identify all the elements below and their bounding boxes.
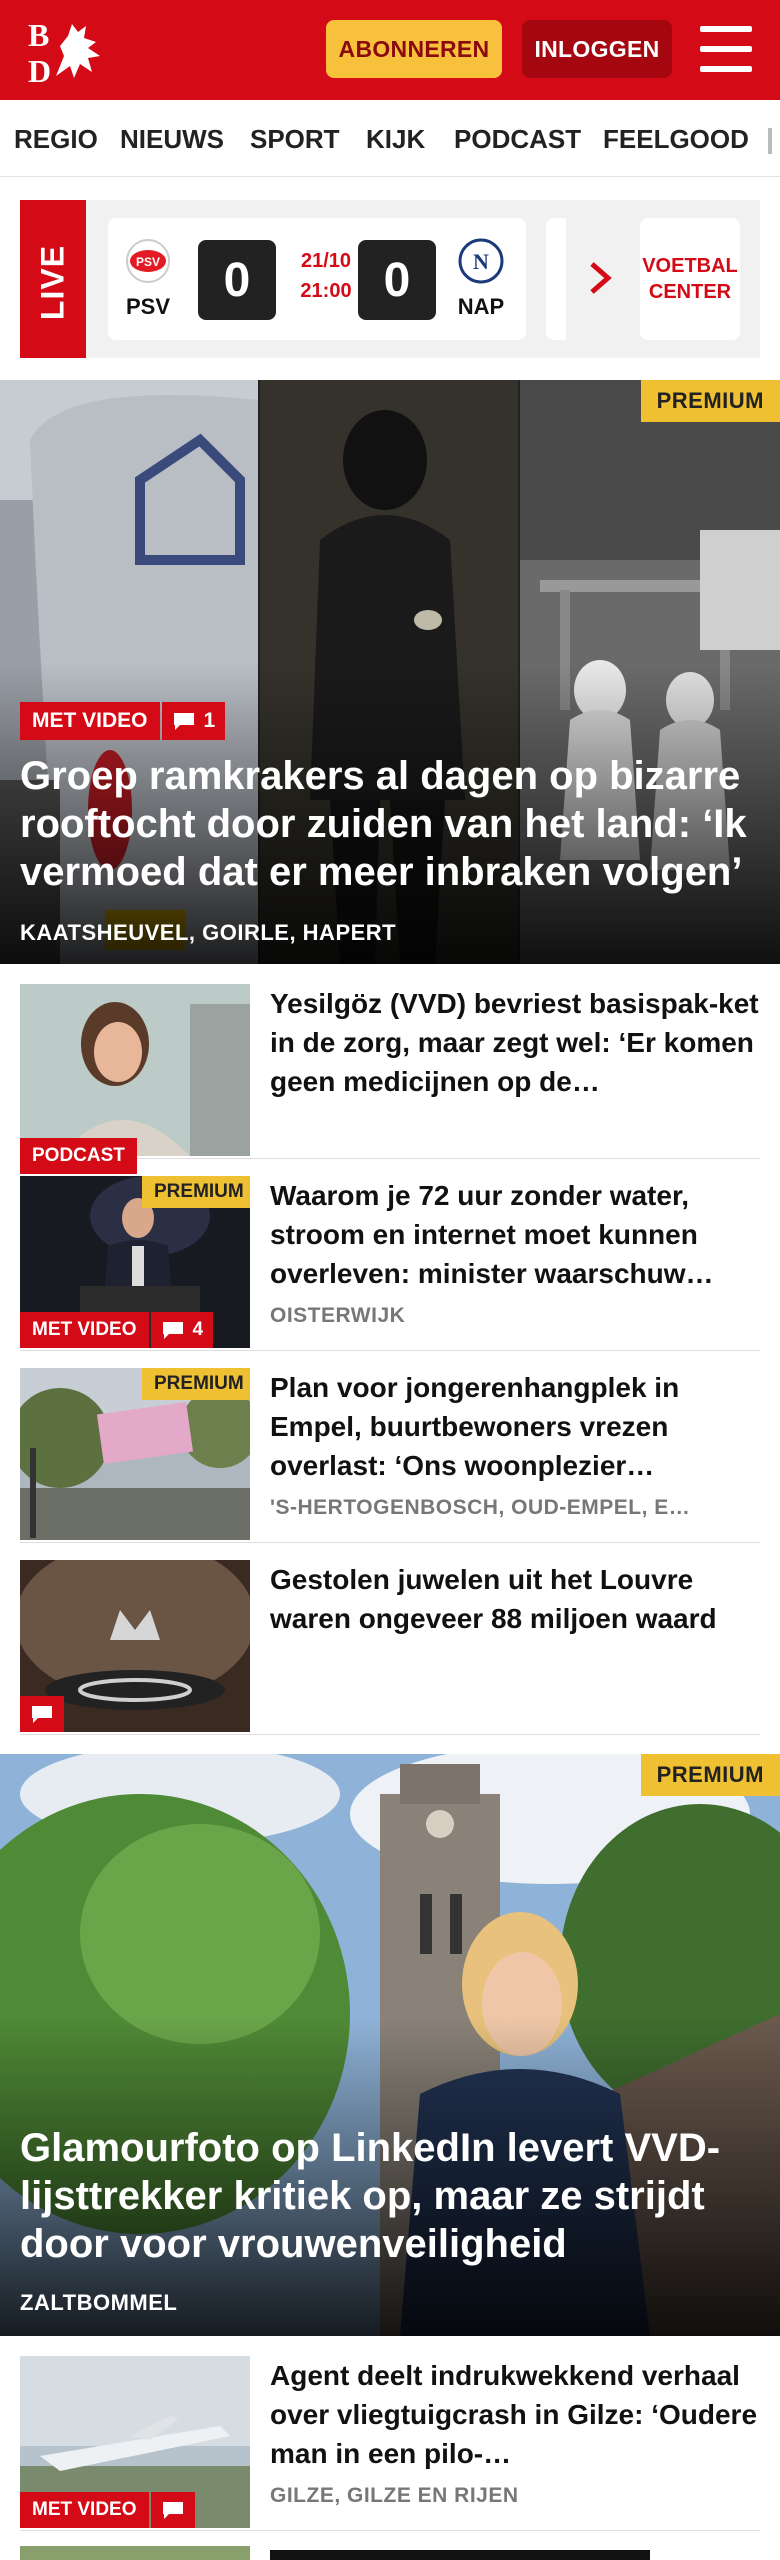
thumb-tags: MET VIDEO 4 — [20, 1312, 214, 1348]
away-team-name: NAP — [457, 294, 505, 319]
nav-item-kijk[interactable]: KIJK — [366, 124, 425, 155]
premium-badge: PREMIUM — [640, 1754, 780, 1796]
next-item-title-peek — [270, 2550, 650, 2560]
away-score: 0 — [358, 240, 436, 320]
match-card[interactable]: PSV PSV 0 21/10 21:00 0 N NAP — [108, 218, 526, 340]
comment-icon — [162, 2502, 183, 2519]
thumb-tags: MET VIDEO — [20, 2492, 195, 2528]
nav-item-podcast[interactable]: PODCAST — [454, 124, 581, 155]
comment-icon — [173, 713, 194, 730]
list-item[interactable]: PREMIUM MET VIDEO 4 Waarom je 72 uur zon… — [20, 1158, 760, 1351]
comment-badge[interactable] — [20, 1696, 64, 1732]
match-datetime: 21/10 21:00 — [288, 246, 364, 306]
hero-article[interactable]: PREMIUM MET VIDEO 1 Groep ramkrakers al … — [0, 380, 780, 964]
hero-headline[interactable]: Groep ramkrakers al dagen op bizarre roo… — [20, 752, 765, 896]
thumb-image-yesilgoz — [20, 984, 250, 1156]
list-item[interactable]: Gestolen juwelen uit het Louvre waren on… — [20, 1542, 760, 1735]
comment-icon — [32, 1706, 52, 1723]
hero-location: KAATSHEUVEL, GOIRLE, HAPERT — [20, 920, 397, 945]
article-location: 'S-HERTOGENBOSCH, OUD-EMPEL, E… — [270, 1496, 691, 1519]
premium-badge: PREMIUM — [142, 1368, 250, 1400]
video-tag: MET VIDEO — [20, 702, 160, 740]
list-item[interactable]: PREMIUM Plan voor jongerenhangplek in Em… — [20, 1350, 760, 1543]
comment-count: 4 — [192, 1319, 204, 1340]
hamburger-menu-icon[interactable] — [700, 26, 752, 74]
article-title[interactable]: Waarom je 72 uur zonder water, stroom en… — [270, 1176, 760, 1293]
comment-count-badge[interactable]: 4 — [150, 1312, 214, 1348]
svg-text:B: B — [28, 17, 49, 53]
chevron-right-icon[interactable] — [586, 258, 616, 298]
premium-badge: PREMIUM — [640, 380, 780, 422]
article-title[interactable]: Gestolen juwelen uit het Louvre waren on… — [270, 1560, 760, 1638]
article-title[interactable]: Plan voor jongerenhangplek in Empel, buu… — [270, 1368, 760, 1485]
napoli-logo-icon: N — [458, 238, 504, 284]
article-location: OISTERWIJK — [270, 1304, 406, 1327]
section-nav: REGIO NIEUWS SPORT KIJK PODCAST FEELGOOD — [0, 100, 780, 177]
nav-item-feelgood[interactable]: FEELGOOD — [603, 124, 749, 155]
video-tag: MET VIDEO — [20, 1312, 149, 1348]
nav-item-regio[interactable]: REGIO — [14, 124, 98, 155]
comment-count: 1 — [203, 709, 216, 732]
thumb-tags — [20, 1696, 64, 1732]
comment-badge[interactable] — [150, 2492, 195, 2528]
home-score: 0 — [198, 240, 276, 320]
match-time: 21:00 — [300, 280, 352, 302]
hero-tags: MET VIDEO 1 — [20, 702, 226, 740]
svg-text:PSV: PSV — [136, 255, 160, 269]
article-title[interactable]: Yesilgöz (VVD) bevriest basispak-ket in … — [270, 984, 760, 1101]
article-location: GILZE, GILZE EN RIJEN — [270, 2484, 519, 2507]
premium-badge: PREMIUM — [142, 1176, 250, 1208]
comment-count-badge[interactable]: 1 — [161, 702, 226, 740]
nav-overflow-indicator — [768, 128, 772, 154]
site-header: B D ABONNEREN INLOGGEN — [0, 0, 780, 100]
nav-item-sport[interactable]: SPORT — [250, 124, 340, 155]
subscribe-button[interactable]: ABONNEREN — [326, 20, 502, 78]
article-title[interactable]: Agent deelt indrukwekkend verhaal over v… — [270, 2356, 760, 2473]
comment-icon — [162, 1322, 183, 1339]
next-match-card[interactable] — [546, 218, 566, 340]
voetbal-center-link[interactable]: VOETBAL CENTER — [640, 218, 740, 340]
svg-text:D: D — [28, 53, 51, 86]
bd-logo-icon[interactable]: B D — [26, 16, 116, 86]
video-tag: MET VIDEO — [20, 2492, 149, 2528]
login-button[interactable]: INLOGGEN — [522, 20, 672, 78]
hero2-location: ZALTBOMMEL — [20, 2290, 178, 2315]
live-scores-bar: LIVE PSV PSV 0 21/10 21:00 0 N NAP VOETB… — [20, 200, 760, 358]
home-team-name: PSV — [125, 294, 171, 319]
list-item[interactable]: PODCAST Yesilgöz (VVD) bevriest basispak… — [20, 966, 760, 1174]
svg-text:N: N — [473, 249, 489, 274]
list-item[interactable]: MET VIDEO Agent deelt indrukwekkend verh… — [20, 2338, 760, 2531]
hero2-headline[interactable]: Glamourfoto op LinkedIn levert VVD-lijst… — [20, 2124, 765, 2268]
next-item-thumb-peek — [20, 2546, 250, 2560]
live-label: LIVE — [20, 200, 86, 358]
nav-item-nieuws[interactable]: NIEUWS — [120, 124, 224, 155]
match-date: 21/10 — [300, 250, 352, 272]
psv-logo-icon: PSV — [126, 239, 170, 283]
hero-article-2[interactable]: PREMIUM Glamourfoto op LinkedIn levert V… — [0, 1754, 780, 2336]
